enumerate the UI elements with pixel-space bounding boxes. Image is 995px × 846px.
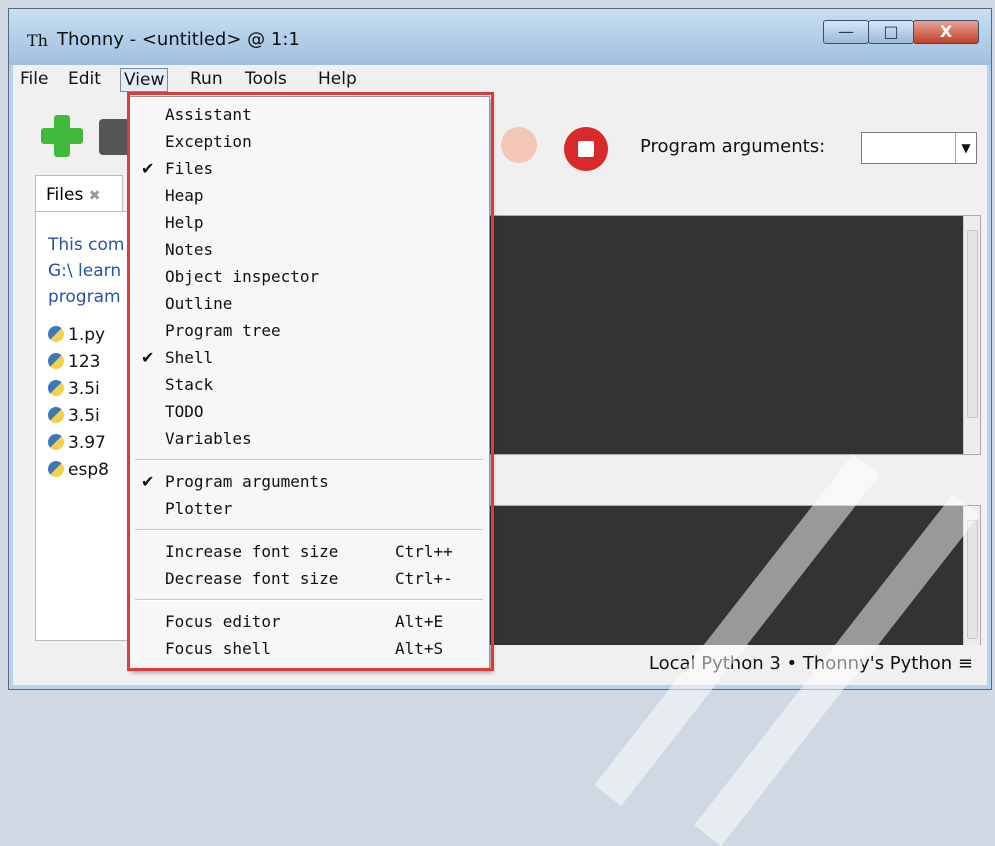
shell-scrollbar[interactable]: [963, 506, 980, 656]
shortcut-label: Alt+E: [395, 612, 444, 631]
list-item[interactable]: 3.5i: [48, 403, 109, 430]
current-location[interactable]: This com G:\ learn program: [48, 232, 124, 310]
python-file-icon: [48, 461, 64, 477]
dropdown-arrow-icon[interactable]: ▼: [955, 133, 976, 163]
menu-separator: [135, 599, 483, 601]
list-item[interactable]: esp8: [48, 457, 109, 484]
code-editor[interactable]: [489, 215, 981, 455]
shell-console[interactable]: [489, 505, 981, 657]
menu-item-shell[interactable]: ✔ Shell: [129, 344, 489, 371]
files-tab-label: Files: [46, 185, 84, 205]
python-file-icon: [48, 380, 64, 396]
menu-item-files[interactable]: ✔ Files: [129, 155, 489, 182]
close-button[interactable]: X: [913, 20, 979, 44]
menu-item-focus-shell[interactable]: Focus shell Alt+S: [129, 635, 489, 662]
maximize-button[interactable]: □: [868, 20, 914, 44]
menu-item-decrease-font-size[interactable]: Decrease font size Ctrl+-: [129, 565, 489, 592]
menu-view[interactable]: View: [120, 68, 169, 92]
menu-help[interactable]: Help: [315, 68, 360, 90]
menu-edit[interactable]: Edit: [65, 68, 104, 90]
check-icon: ✔: [141, 348, 155, 367]
list-item[interactable]: 3.5i: [48, 376, 109, 403]
menu-item-todo[interactable]: TODO: [129, 398, 489, 425]
menu-item-variables[interactable]: Variables: [129, 425, 489, 452]
list-item[interactable]: 1.py: [48, 322, 109, 349]
check-icon: ✔: [141, 159, 155, 178]
thonny-logo-icon: Th: [27, 31, 48, 50]
new-file-button[interactable]: [41, 115, 83, 157]
menu-file[interactable]: File: [17, 68, 51, 90]
files-panel: Files ✖ This com G:\ learn program 1.py …: [35, 175, 139, 655]
menu-separator: [135, 529, 483, 531]
menu-item-object-inspector[interactable]: Object inspector: [129, 263, 489, 290]
check-icon: ✔: [141, 472, 155, 491]
menu-item-heap[interactable]: Heap: [129, 182, 489, 209]
menu-item-exception[interactable]: Exception: [129, 128, 489, 155]
title-bar[interactable]: Th Thonny - <untitled> @ 1:1 — □ X: [9, 9, 991, 65]
file-list: 1.py 123 3.5i 3.5i 3.97 esp8: [48, 322, 109, 484]
window-title: Thonny - <untitled> @ 1:1: [57, 29, 300, 50]
menu-item-increase-font-size[interactable]: Increase font size Ctrl++: [129, 538, 489, 565]
menu-tools[interactable]: Tools: [242, 68, 290, 90]
menu-item-notes[interactable]: Notes: [129, 236, 489, 263]
shortcut-label: Ctrl+-: [395, 569, 453, 588]
files-view: This com G:\ learn program 1.py 123 3.5i…: [35, 211, 139, 641]
stop-button[interactable]: [564, 127, 608, 171]
menu-item-stack[interactable]: Stack: [129, 371, 489, 398]
menu-item-help[interactable]: Help: [129, 209, 489, 236]
python-file-icon: [48, 353, 64, 369]
menu-item-plotter[interactable]: Plotter: [129, 495, 489, 522]
menu-bar: File Edit View Run Tools Help: [13, 65, 987, 93]
menu-item-program-tree[interactable]: Program tree: [129, 317, 489, 344]
menu-run[interactable]: Run: [187, 68, 226, 90]
resume-button[interactable]: [501, 127, 537, 163]
python-file-icon: [48, 407, 64, 423]
program-arguments-combobox[interactable]: ▼: [861, 132, 977, 164]
list-item[interactable]: 123: [48, 349, 109, 376]
shortcut-label: Alt+S: [395, 639, 444, 658]
program-arguments-label: Program arguments:: [640, 136, 826, 157]
menu-item-outline[interactable]: Outline: [129, 290, 489, 317]
menu-item-assistant[interactable]: Assistant: [129, 101, 489, 128]
menu-item-program-arguments[interactable]: ✔ Program arguments: [129, 468, 489, 495]
tab-files[interactable]: Files ✖: [35, 175, 123, 213]
view-menu-dropdown: Assistant Exception ✔ Files Heap Help Not…: [128, 96, 490, 670]
stop-icon: [578, 141, 594, 157]
editor-scrollbar[interactable]: [963, 216, 980, 454]
interpreter-status[interactable]: Local Python 3 • Thonny's Python ≡: [649, 653, 973, 674]
minimize-button[interactable]: —: [823, 20, 869, 44]
python-file-icon: [48, 434, 64, 450]
list-item[interactable]: 3.97: [48, 430, 109, 457]
menu-item-focus-editor[interactable]: Focus editor Alt+E: [129, 608, 489, 635]
shortcut-label: Ctrl++: [395, 542, 453, 561]
close-tab-icon[interactable]: ✖: [89, 188, 101, 204]
python-file-icon: [48, 326, 64, 342]
menu-separator: [135, 459, 483, 461]
